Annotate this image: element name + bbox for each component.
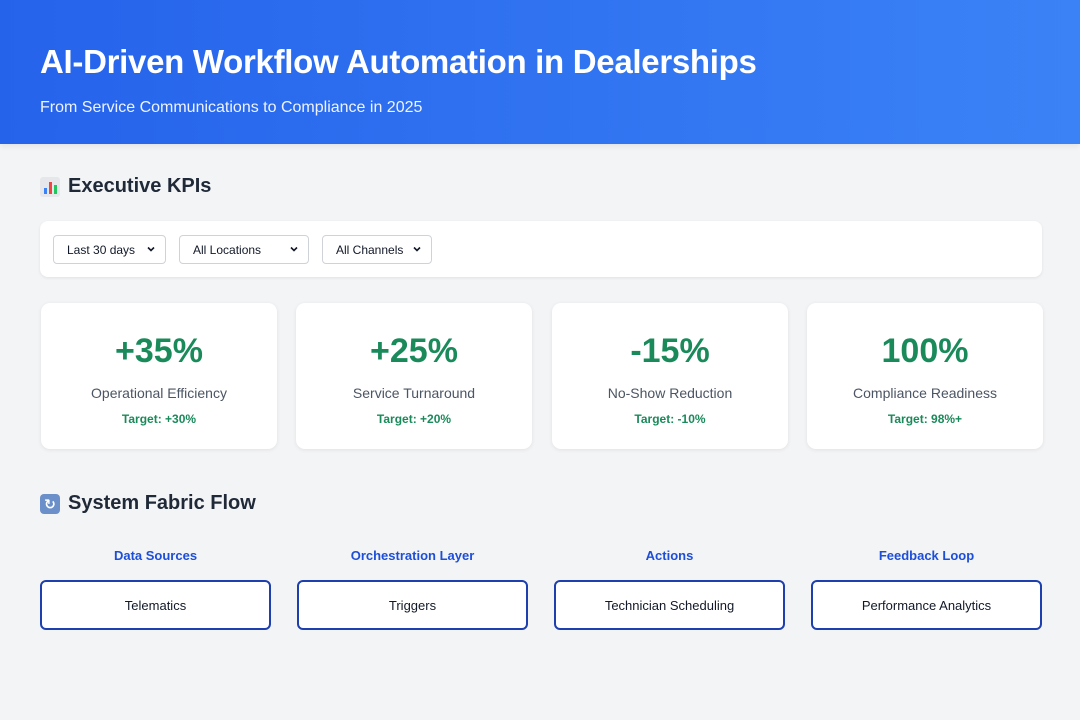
location-select[interactable]: All Locations [179, 235, 309, 264]
flow-section-title: ↻ System Fabric Flow [40, 492, 256, 515]
flow-heading: Actions [645, 548, 694, 563]
flow-node[interactable]: Telematics [40, 580, 271, 630]
channel-select[interactable]: All Channels [322, 235, 432, 264]
kpi-value: +25% [370, 332, 458, 370]
flow-section-label: System Fabric Flow [68, 492, 256, 514]
chevron-down-icon [290, 246, 298, 252]
kpi-value: 100% [881, 332, 969, 370]
channel-select-value: All Channels [336, 242, 404, 257]
flow-column-feedback-loop: Feedback Loop Performance Analytics [811, 548, 1042, 630]
kpi-card-service-turnaround: +25% Service Turnaround Target: +20% [296, 303, 532, 449]
flow-node[interactable]: Performance Analytics [811, 580, 1042, 630]
kpi-value: -15% [630, 332, 710, 370]
page-title: AI-Driven Workflow Automation in Dealers… [40, 43, 757, 80]
bar-chart-icon [40, 176, 60, 197]
flow-heading: Feedback Loop [878, 548, 975, 563]
period-select-value: Last 30 days [67, 242, 136, 257]
location-select-value: All Locations [193, 242, 262, 257]
flow-column-data-sources: Data Sources Telematics [40, 548, 271, 630]
flow-node[interactable]: Technician Scheduling [554, 580, 785, 630]
flow-node[interactable]: Triggers [297, 580, 528, 630]
chevron-down-icon [413, 246, 421, 252]
kpi-label: No-Show Reduction [607, 385, 733, 401]
kpi-target: Target: -10% [634, 412, 706, 426]
kpi-card-no-show-reduction: -15% No-Show Reduction Target: -10% [552, 303, 788, 449]
kpis-section-title: Executive KPIs [40, 175, 211, 198]
kpi-label: Compliance Readiness [853, 385, 997, 401]
flow-heading: Data Sources [113, 548, 198, 563]
page-header: AI-Driven Workflow Automation in Dealers… [0, 0, 1080, 144]
kpi-card-operational-efficiency: +35% Operational Efficiency Target: +30% [41, 303, 277, 449]
kpi-card-compliance-readiness: 100% Compliance Readiness Target: 98%+ [807, 303, 1043, 449]
kpi-target: Target: +20% [376, 412, 452, 426]
filter-bar: Last 30 days All Locations All Channels [40, 221, 1042, 277]
flow-column-orchestration-layer: Orchestration Layer Triggers [297, 548, 528, 630]
page-subtitle: From Service Communications to Complianc… [40, 99, 423, 116]
kpi-target: Target: 98%+ [887, 412, 963, 426]
period-select[interactable]: Last 30 days [53, 235, 166, 264]
kpi-label: Service Turnaround [352, 385, 476, 401]
kpi-target: Target: +30% [121, 412, 197, 426]
kpi-label: Operational Efficiency [91, 385, 227, 401]
kpis-section-label: Executive KPIs [68, 175, 212, 197]
kpi-value: +35% [115, 332, 203, 370]
cycle-arrows-icon: ↻ [40, 493, 60, 514]
flow-heading: Orchestration Layer [350, 548, 475, 563]
flow-column-actions: Actions Technician Scheduling [554, 548, 785, 630]
chevron-down-icon [147, 246, 155, 252]
